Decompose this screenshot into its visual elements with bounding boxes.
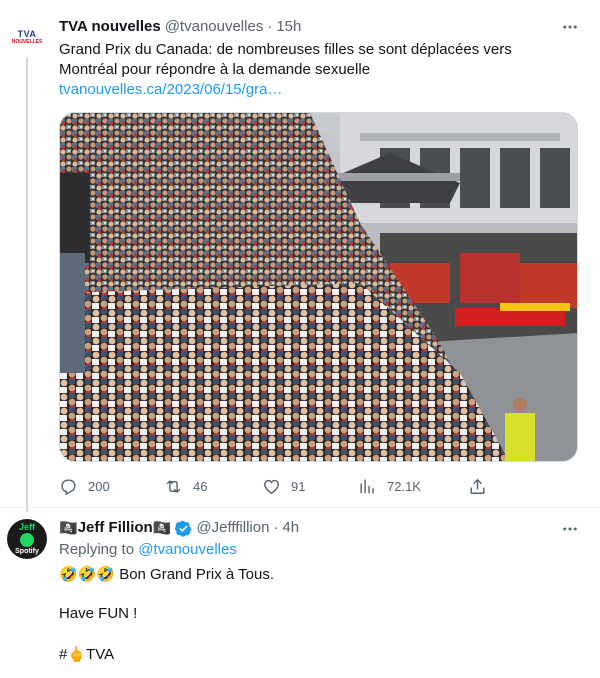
reply-icon [61,478,76,495]
reply-text-line: #🖕TVA [59,644,114,665]
like-button[interactable]: 91 [262,472,305,500]
timestamp[interactable]: 15h [276,17,301,37]
retweet-icon [166,479,181,493]
replying-label: Replying to [59,541,139,558]
views-button[interactable]: 72.1K [358,472,421,500]
reply-count: 200 [88,478,110,494]
hashtag-text[interactable]: TVA [86,646,114,663]
more-horizontal-icon[interactable] [560,17,580,37]
thread-connector-line [26,54,28,512]
avatar[interactable]: TVA NOUVELLES [7,17,47,57]
reply-text: Bon Grand Prix à Tous. [115,566,275,583]
replying-to: Replying to @tvanouvelles [59,540,237,560]
retweet-count: 46 [193,478,208,494]
retweet-button[interactable]: 46 [164,472,207,500]
timestamp[interactable]: 4h [282,518,299,538]
spotify-icon [20,533,34,547]
tweet-photo[interactable] [59,112,578,462]
author-name[interactable]: TVA nouvelles [59,17,161,37]
like-count: 91 [291,478,306,494]
tweet-header: TVA nouvelles @tvanouvelles · 15h [59,17,301,37]
crowd-photo-illustration [60,113,577,461]
middle-finger-emoji-icon: 🖕 [67,645,87,663]
tweet[interactable]: TVA NOUVELLES TVA nouvelles @tvanouvelle… [0,0,600,512]
replying-to-handle[interactable]: @tvanouvelles [138,541,237,558]
tweet-text-line: Montréal pour répondre à la demande sexu… [59,61,371,78]
tweet-text-line: Grand Prix du Canada: de nombreuses fill… [59,41,512,58]
reply-text-line: Have FUN ! [59,605,138,622]
separator-dot: · [273,519,279,536]
avatar-text: Jeff [18,522,35,532]
tweet-header: 🏴‍☠️ Jeff Fillion 🏴‍☠️ @Jefffillion · 4h [59,518,299,538]
author-name[interactable]: Jeff Fillion [78,518,153,538]
author-handle[interactable]: @tvanouvelles [165,17,264,37]
reply-button[interactable]: 200 [59,472,110,500]
rofl-emoji-icon: 🤣🤣🤣 [59,565,116,583]
share-icon [470,478,485,494]
avatar[interactable]: Jeff Spotify [7,519,47,559]
more-horizontal-icon[interactable] [560,519,580,539]
share-button[interactable] [468,472,497,500]
pirate-flag-icon: 🏴‍☠️ [152,519,172,537]
tva-logo-subtitle: NOUVELLES [11,38,43,45]
separator-dot: · [267,18,273,35]
views-chart-icon [360,478,374,494]
tweet-text: Grand Prix du Canada: de nombreuses fill… [59,40,579,100]
tva-logo: TVA [17,28,37,39]
views-count: 72.1K [387,478,421,494]
pirate-flag-icon: 🏴‍☠️ [59,519,78,537]
avatar-text: Spotify [15,548,39,555]
heart-icon [264,479,279,494]
reply-text-line: 🤣🤣🤣 Bon Grand Prix à Tous. [59,564,274,585]
tweet-actions: 200 46 91 72.1K [59,472,489,500]
article-link[interactable]: tvanouvelles.ca/2023/06/15/gra… [59,80,579,100]
author-handle[interactable]: @Jefffillion [196,518,269,538]
verified-badge-icon[interactable] [175,520,192,537]
reply-tweet[interactable]: Jeff Spotify 🏴‍☠️ Jeff Fillion 🏴‍☠️ @Jef… [0,509,600,678]
